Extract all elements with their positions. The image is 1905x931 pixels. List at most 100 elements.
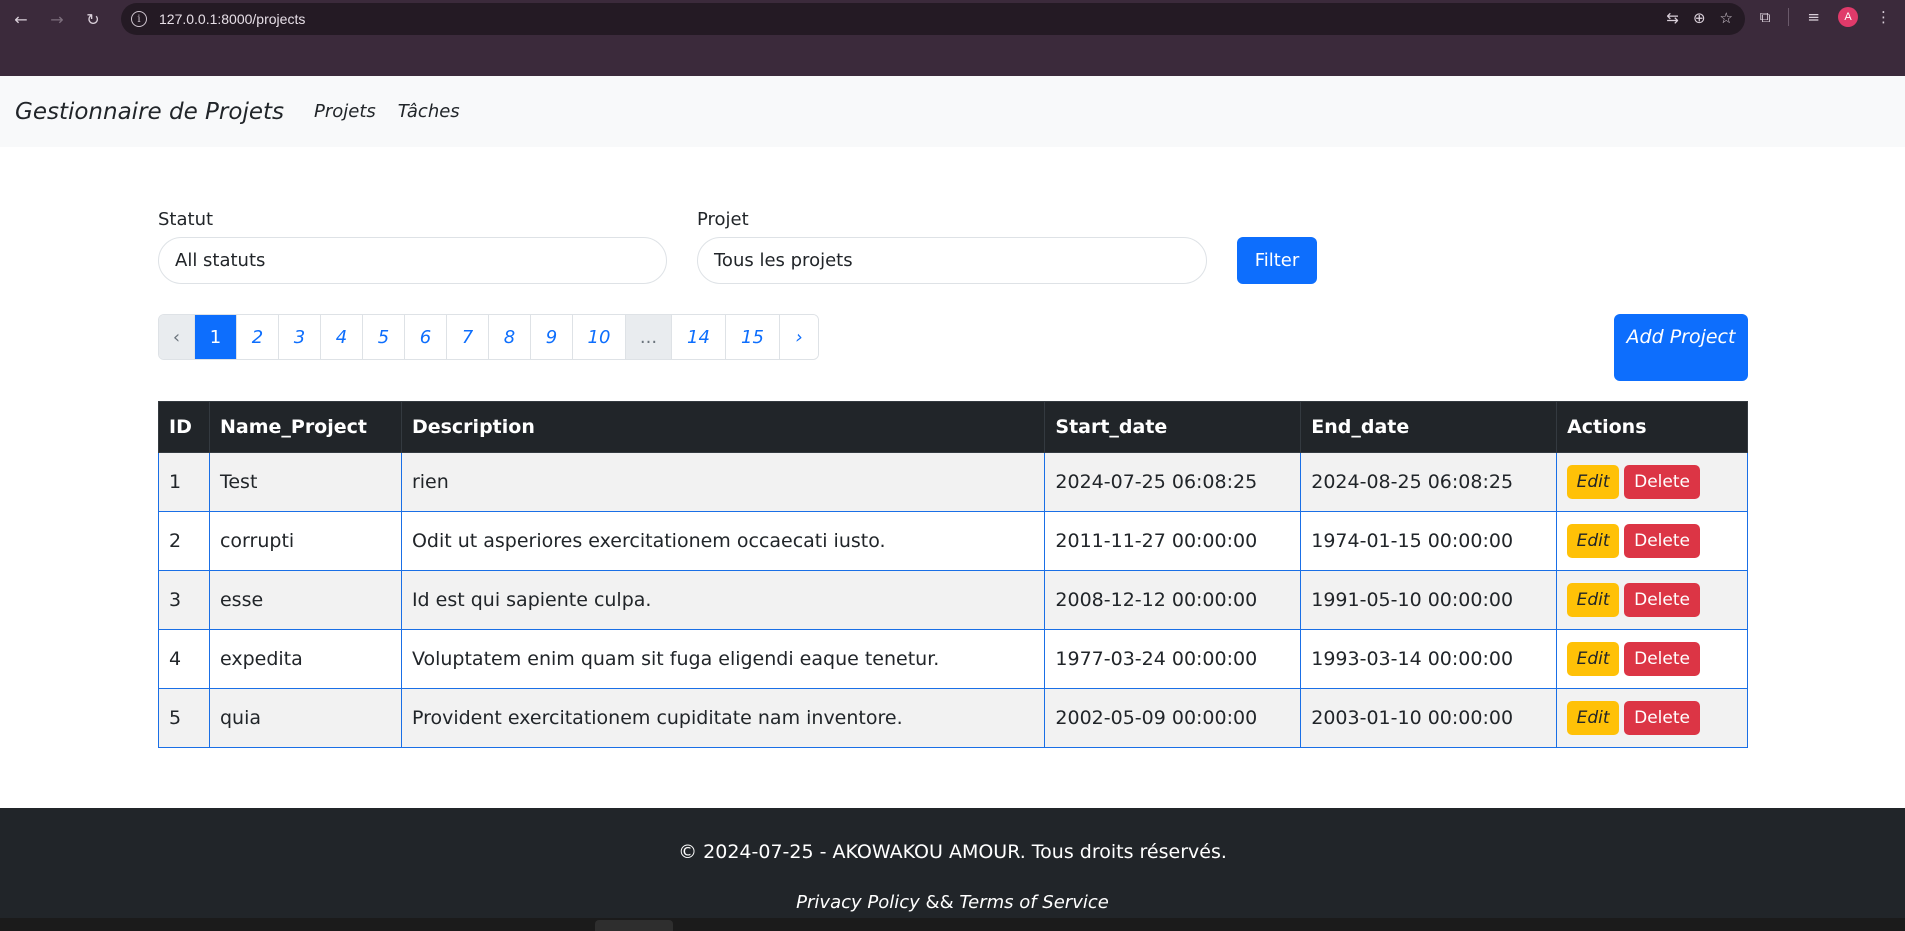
- status-label: Statut: [158, 209, 214, 230]
- table-row: 3 esse Id est qui sapiente culpa. 2008-1…: [158, 570, 1748, 630]
- pagination: ‹ 1 2 3 4 5 6 7 8 9 10 ... 14 15 ›: [158, 314, 819, 360]
- column-header-id: ID: [158, 401, 210, 453]
- terms-of-service-link[interactable]: Terms of Service: [959, 892, 1108, 913]
- column-header-start-date: Start_date: [1044, 401, 1302, 453]
- project-select[interactable]: Tous les projets: [697, 237, 1207, 284]
- reload-icon[interactable]: ↻: [78, 4, 108, 34]
- cell-end-date: 1991-05-10 00:00:00: [1300, 570, 1558, 630]
- cell-actions: Edit Delete: [1556, 511, 1748, 571]
- project-label: Projet: [697, 209, 749, 230]
- browser-toolbar: ← → ↻ i 127.0.0.1:8000/projects ⇆ ⊕ ☆ ⧉ …: [0, 0, 1905, 38]
- privacy-policy-link[interactable]: Privacy Policy: [796, 892, 920, 913]
- cell-actions: Edit Delete: [1556, 570, 1748, 630]
- delete-button[interactable]: Delete: [1624, 583, 1701, 617]
- cell-end-date: 1993-03-14 00:00:00: [1300, 629, 1558, 689]
- zoom-icon[interactable]: ⊕: [1693, 9, 1706, 27]
- back-icon[interactable]: ←: [6, 4, 36, 34]
- cell-description: Id est qui sapiente culpa.: [400, 570, 1046, 630]
- extensions-icon[interactable]: ⧉: [1760, 8, 1771, 26]
- site-info-icon[interactable]: i: [131, 11, 147, 27]
- page-next[interactable]: ›: [780, 315, 818, 359]
- bookmark-star-icon[interactable]: ☆: [1720, 9, 1733, 27]
- delete-button[interactable]: Delete: [1624, 465, 1701, 499]
- delete-button[interactable]: Delete: [1624, 524, 1701, 558]
- page-4[interactable]: 4: [321, 315, 363, 359]
- cell-start-date: 1977-03-24 00:00:00: [1044, 629, 1302, 689]
- page-3[interactable]: 3: [279, 315, 321, 359]
- browser-chrome: ← → ↻ i 127.0.0.1:8000/projects ⇆ ⊕ ☆ ⧉ …: [0, 0, 1905, 76]
- profile-avatar[interactable]: A: [1838, 7, 1858, 27]
- cell-name: Test: [208, 452, 402, 512]
- cell-description: rien: [400, 452, 1046, 512]
- browser-actions: ⧉ ≡ A ⋮: [1760, 7, 1891, 27]
- nav-link-taches[interactable]: Tâches: [398, 101, 460, 122]
- column-header-actions: Actions: [1556, 401, 1748, 453]
- cell-name: esse: [208, 570, 402, 630]
- nav-link-projets[interactable]: Projets: [314, 101, 376, 122]
- navbar: Gestionnaire de Projets Projets Tâches: [0, 76, 1905, 147]
- footer: © 2024-07-25 - AKOWAKOU AMOUR. Tous droi…: [0, 808, 1905, 931]
- cell-actions: Edit Delete: [1556, 688, 1748, 748]
- media-icon[interactable]: ≡: [1807, 8, 1820, 26]
- page-7[interactable]: 7: [447, 315, 489, 359]
- edit-button[interactable]: Edit: [1567, 583, 1620, 617]
- page-10[interactable]: 10: [573, 315, 626, 359]
- cell-description: Voluptatem enim quam sit fuga eligendi e…: [400, 629, 1046, 689]
- translate-icon[interactable]: ⇆: [1666, 9, 1679, 27]
- cell-start-date: 2002-05-09 00:00:00: [1044, 688, 1302, 748]
- edit-button[interactable]: Edit: [1567, 701, 1620, 735]
- os-taskbar: [0, 918, 1905, 931]
- cell-id: 1: [158, 452, 210, 512]
- status-select[interactable]: All statuts: [158, 237, 667, 284]
- page-15[interactable]: 15: [726, 315, 780, 359]
- footer-separator: &&: [925, 892, 954, 913]
- address-url[interactable]: 127.0.0.1:8000/projects: [159, 11, 305, 27]
- forward-icon[interactable]: →: [42, 4, 72, 34]
- cell-end-date: 2003-01-10 00:00:00: [1300, 688, 1558, 748]
- cell-id: 2: [158, 511, 210, 571]
- column-header-description: Description: [400, 401, 1046, 453]
- address-bar[interactable]: i 127.0.0.1:8000/projects ⇆ ⊕ ☆: [121, 3, 1745, 35]
- omnibox-actions: ⇆ ⊕ ☆: [1666, 9, 1733, 27]
- table-row: 4 expedita Voluptatem enim quam sit fuga…: [158, 629, 1748, 689]
- taskbar-item[interactable]: [595, 920, 673, 931]
- table-row: 2 corrupti Odit ut asperiores exercitati…: [158, 511, 1748, 571]
- cell-end-date: 1974-01-15 00:00:00: [1300, 511, 1558, 571]
- page-ellipsis: ...: [626, 315, 672, 359]
- table-row: 5 quia Provident exercitationem cupidita…: [158, 688, 1748, 748]
- cell-id: 3: [158, 570, 210, 630]
- edit-button[interactable]: Edit: [1567, 524, 1620, 558]
- column-header-name: Name_Project: [208, 401, 402, 453]
- cell-name: corrupti: [208, 511, 402, 571]
- cell-description: Odit ut asperiores exercitationem occaec…: [400, 511, 1046, 571]
- edit-button[interactable]: Edit: [1567, 465, 1620, 499]
- page-9[interactable]: 9: [531, 315, 573, 359]
- filter-button[interactable]: Filter: [1237, 237, 1317, 284]
- page-1[interactable]: 1: [195, 315, 237, 359]
- navbar-brand[interactable]: Gestionnaire de Projets: [15, 99, 284, 125]
- page-5[interactable]: 5: [363, 315, 405, 359]
- cell-actions: Edit Delete: [1556, 452, 1748, 512]
- footer-links: Privacy Policy && Terms of Service: [0, 892, 1905, 913]
- column-header-end-date: End_date: [1300, 401, 1558, 453]
- cell-description: Provident exercitationem cupiditate nam …: [400, 688, 1046, 748]
- cell-start-date: 2008-12-12 00:00:00: [1044, 570, 1302, 630]
- table-header-row: ID Name_Project Description Start_date E…: [158, 401, 1748, 453]
- cell-actions: Edit Delete: [1556, 629, 1748, 689]
- delete-button[interactable]: Delete: [1624, 701, 1701, 735]
- page-prev[interactable]: ‹: [159, 315, 195, 359]
- page-2[interactable]: 2: [237, 315, 279, 359]
- delete-button[interactable]: Delete: [1624, 642, 1701, 676]
- cell-name: quia: [208, 688, 402, 748]
- projects-table: ID Name_Project Description Start_date E…: [158, 401, 1748, 748]
- cell-id: 4: [158, 629, 210, 689]
- page-6[interactable]: 6: [405, 315, 447, 359]
- cell-id: 5: [158, 688, 210, 748]
- add-project-button[interactable]: Add Project: [1614, 314, 1748, 381]
- toolbar-divider: [1788, 8, 1790, 26]
- page-14[interactable]: 14: [672, 315, 726, 359]
- page-8[interactable]: 8: [489, 315, 531, 359]
- menu-icon[interactable]: ⋮: [1876, 8, 1891, 26]
- edit-button[interactable]: Edit: [1567, 642, 1620, 676]
- cell-start-date: 2011-11-27 00:00:00: [1044, 511, 1302, 571]
